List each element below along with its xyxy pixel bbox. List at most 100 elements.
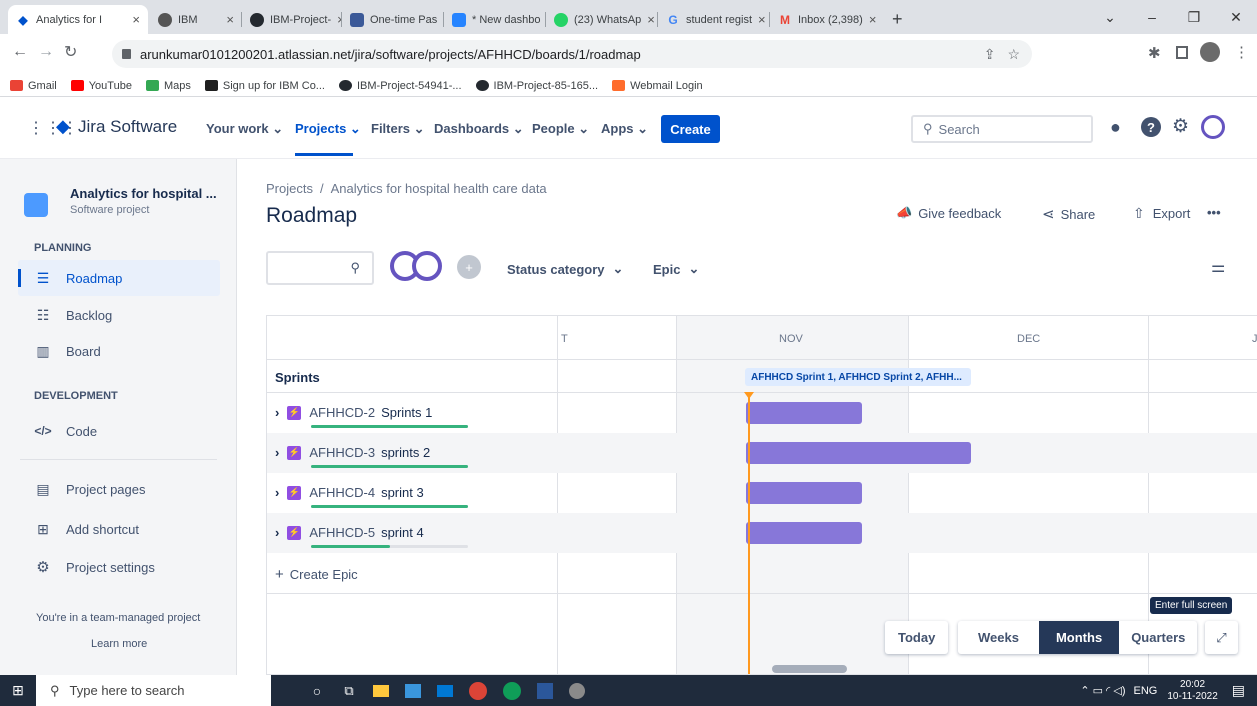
weeks-button[interactable]: Weeks (958, 621, 1039, 654)
epic-key[interactable]: AFHHCD-5 (309, 525, 375, 540)
more-actions-button[interactable]: ••• (1207, 205, 1221, 220)
close-tab-icon[interactable]: × (126, 12, 140, 27)
nav-your-work[interactable]: Your work ⌄ (206, 121, 283, 137)
epic-timeline-bar[interactable] (746, 522, 862, 544)
taskbar-search-input[interactable]: ⚲ Type here to search (36, 675, 271, 706)
bookmark-ibm-project-1[interactable]: IBM-Project-54941-... (338, 80, 462, 92)
profile-avatar[interactable] (1200, 42, 1220, 62)
export-button[interactable]: ⇧ Export (1133, 205, 1190, 222)
horizontal-scrollbar[interactable] (772, 665, 847, 673)
project-name[interactable]: Analytics for hospital ... (70, 186, 217, 201)
settings-gear-icon[interactable]: ⚙ (1172, 115, 1189, 138)
close-tab-icon[interactable]: × (220, 12, 234, 27)
chevron-right-icon[interactable]: › (275, 485, 279, 500)
word-icon[interactable] (537, 682, 553, 699)
avatar[interactable] (412, 251, 442, 281)
epic-timeline-bar[interactable] (746, 482, 862, 504)
url-field[interactable]: arunkumar0101200201.atlassian.net/jira/s… (112, 40, 1032, 68)
clock[interactable]: 20:02 10-11-2022 (1167, 679, 1217, 703)
browser-tab[interactable]: One-time Pas × (342, 5, 444, 34)
epic-timeline-bar[interactable] (746, 402, 862, 424)
back-icon[interactable]: ← (12, 43, 28, 61)
close-window-icon[interactable]: ✕ (1215, 9, 1257, 26)
forward-icon[interactable]: → (38, 43, 54, 61)
search-input[interactable]: ⚲ Search (911, 115, 1093, 143)
chrome-icon[interactable] (469, 681, 487, 700)
paint-icon[interactable] (569, 682, 585, 699)
epic-key[interactable]: AFHHCD-4 (309, 485, 375, 500)
extensions-icon[interactable]: ✱ (1148, 44, 1161, 62)
table-row[interactable]: › ⚡ AFHHCD-2 Sprints 1 (267, 393, 1257, 433)
edge-icon[interactable] (503, 681, 521, 700)
epic-name[interactable]: sprint 3 (381, 485, 424, 500)
browser-tab[interactable]: IBM-Project- × (242, 5, 342, 34)
close-tab-icon[interactable]: × (641, 12, 655, 27)
browser-tab[interactable]: * New dashbo × (444, 5, 546, 34)
status-category-filter[interactable]: Status category ⌄ (507, 261, 623, 277)
breadcrumb-project[interactable]: Analytics for hospital health care data (331, 181, 547, 196)
notifications-icon[interactable]: ▤ (1232, 682, 1245, 699)
months-button[interactable]: Months (1038, 621, 1120, 654)
create-epic-row[interactable]: + Create Epic (267, 553, 1257, 593)
table-row[interactable]: › ⚡ AFHHCD-3 sprints 2 (267, 433, 1257, 473)
today-button[interactable]: Today (885, 621, 949, 654)
epic-name[interactable]: sprint 4 (381, 525, 424, 540)
chevron-right-icon[interactable]: › (275, 525, 279, 540)
restore-icon[interactable]: ❐ (1173, 9, 1215, 26)
sidebar-item-add-shortcut[interactable]: ⊞ Add shortcut (20, 520, 139, 538)
learn-more-link[interactable]: Learn more (91, 638, 147, 650)
create-button[interactable]: Create (661, 115, 720, 143)
store-icon[interactable] (405, 683, 421, 698)
sprint-lozenge[interactable]: AFHHCD Sprint 1, AFHHCD Sprint 2, AFHH..… (745, 368, 971, 386)
bookmark-ibm-project-2[interactable]: IBM-Project-85-165... (475, 80, 598, 92)
task-view-icon[interactable]: ⧉ (333, 683, 365, 699)
epic-name[interactable]: sprints 2 (381, 445, 430, 460)
table-row[interactable]: › ⚡ AFHHCD-4 sprint 3 (267, 473, 1257, 513)
view-settings-icon[interactable]: ⚌ (1211, 257, 1225, 277)
give-feedback-button[interactable]: 📣 Give feedback (896, 205, 1001, 221)
close-tab-icon[interactable]: × (863, 12, 877, 27)
fullscreen-button[interactable]: ⤢ (1205, 621, 1238, 654)
bookmark-maps[interactable]: Maps (145, 80, 191, 92)
sidebar-item-code[interactable]: </> Code (20, 422, 97, 440)
share-page-icon[interactable]: ⇪ (984, 46, 996, 63)
browser-tab[interactable]: M Inbox (2,398) × (770, 5, 880, 34)
nav-people[interactable]: People ⌄ (532, 121, 589, 137)
browser-tab[interactable]: (23) WhatsAp × (546, 5, 658, 34)
windows-start-icon[interactable]: ⊞ (0, 682, 36, 699)
language-indicator[interactable]: ENG (1134, 685, 1158, 697)
browser-tab[interactable]: G student regist × (658, 5, 770, 34)
epic-name[interactable]: Sprints 1 (381, 405, 432, 420)
bookmark-webmail[interactable]: Webmail Login (612, 80, 703, 92)
minimize-icon[interactable]: – (1131, 9, 1173, 25)
product-name[interactable]: Jira Software (78, 117, 177, 137)
bookmark-star-icon[interactable]: ☆ (1007, 46, 1020, 63)
chevron-right-icon[interactable]: › (275, 445, 279, 460)
file-explorer-icon[interactable] (373, 684, 389, 697)
cortana-icon[interactable]: ○ (301, 683, 333, 699)
sidebar-item-project-pages[interactable]: ▤ Project pages (20, 480, 145, 498)
bookmark-ibm-signup[interactable]: Sign up for IBM Co... (204, 80, 325, 92)
sidebar-item-board[interactable]: ▥ Board (20, 342, 100, 360)
sidebar-item-backlog[interactable]: ☷ Backlog (20, 306, 113, 324)
side-panel-icon[interactable] (1176, 46, 1188, 59)
epic-filter[interactable]: Epic ⌄ (653, 261, 699, 277)
breadcrumb-projects[interactable]: Projects (266, 181, 313, 196)
nav-dashboards[interactable]: Dashboards ⌄ (434, 121, 524, 137)
user-avatar[interactable] (1201, 115, 1225, 139)
epic-key[interactable]: AFHHCD-2 (309, 405, 375, 420)
notifications-icon[interactable]: ● (1110, 117, 1121, 138)
close-tab-icon[interactable]: × (752, 12, 766, 27)
nav-projects[interactable]: Projects ⌄ (295, 121, 361, 137)
new-tab-button[interactable]: + (884, 5, 914, 34)
nav-apps[interactable]: Apps ⌄ (601, 121, 648, 137)
browser-tab[interactable]: ◆ Analytics for I × (8, 5, 148, 34)
epic-timeline-bar[interactable] (746, 442, 971, 464)
chevron-right-icon[interactable]: › (275, 405, 279, 420)
help-icon[interactable]: ? (1141, 117, 1161, 137)
chevron-down-icon[interactable]: ⌄ (1089, 9, 1131, 26)
bookmark-gmail[interactable]: Gmail (10, 80, 57, 92)
nav-filters[interactable]: Filters ⌄ (371, 121, 425, 137)
mail-icon[interactable] (437, 684, 453, 697)
add-people-icon[interactable]: + (457, 255, 481, 279)
